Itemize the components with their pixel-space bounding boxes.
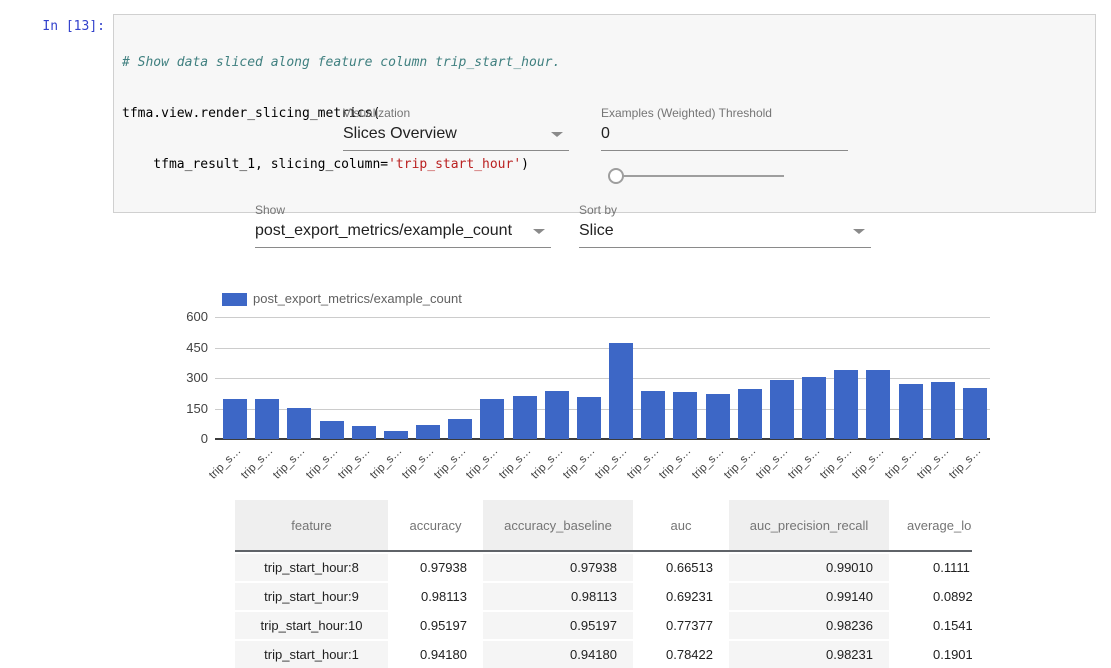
code-text: ): [521, 157, 529, 172]
metric-cell: 0.98236: [729, 612, 889, 639]
metric-cell: 0.98231: [729, 641, 889, 668]
metric-cell: 0.98113: [483, 583, 633, 610]
metric-cell: 0.94180: [388, 641, 483, 668]
show-label: Show: [255, 203, 551, 217]
bar[interactable]: [287, 408, 311, 439]
metric-cell: 0.66513: [633, 554, 729, 581]
visualization-value[interactable]: Slices Overview: [343, 125, 569, 151]
bar[interactable]: [448, 419, 472, 439]
bar[interactable]: [255, 399, 279, 439]
bar[interactable]: [384, 431, 408, 439]
metric-cell: 0.77377: [633, 612, 729, 639]
bar[interactable]: [480, 399, 504, 439]
bar[interactable]: [577, 397, 601, 439]
code-string-literal: 'trip_start_hour': [388, 157, 521, 172]
bar[interactable]: [770, 380, 794, 439]
chevron-down-icon: [551, 132, 563, 137]
y-axis-tick-label: 0: [180, 431, 208, 447]
feature-cell: trip_start_hour:10: [235, 612, 388, 639]
bar[interactable]: [706, 394, 730, 439]
legend-label: post_export_metrics/example_count: [253, 291, 462, 306]
bar[interactable]: [320, 421, 344, 439]
column-header[interactable]: auc_precision_recall: [729, 500, 889, 550]
column-header[interactable]: accuracy: [388, 500, 483, 550]
bar[interactable]: [866, 370, 890, 439]
bar[interactable]: [352, 426, 376, 439]
sort-by-value[interactable]: Slice: [579, 222, 871, 248]
metric-cell: 0.78422: [633, 641, 729, 668]
bar[interactable]: [931, 382, 955, 439]
metric-cell: 0.95197: [483, 612, 633, 639]
bar[interactable]: [802, 377, 826, 439]
show-selected-option: post_export_metrics/example_count: [255, 222, 512, 239]
bar[interactable]: [673, 392, 697, 439]
threshold-input[interactable]: 0: [601, 125, 848, 151]
column-header[interactable]: auc: [633, 500, 729, 550]
table-row: trip_start_hour:80.979380.979380.665130.…: [235, 554, 972, 581]
code-text: tfma_result_1, slicing_column=: [122, 157, 388, 172]
chevron-down-icon: [853, 229, 865, 234]
bar[interactable]: [899, 384, 923, 439]
metrics-table: featureaccuracyaccuracy_baselineaucauc_p…: [235, 500, 972, 668]
bar[interactable]: [513, 396, 537, 439]
visualization-dropdown[interactable]: Visualization Slices Overview: [343, 106, 569, 151]
sort-by-selected-option: Slice: [579, 222, 614, 239]
metric-cell: 0.97938: [388, 554, 483, 581]
feature-cell: trip_start_hour:1: [235, 641, 388, 668]
show-value[interactable]: post_export_metrics/example_count: [255, 222, 551, 248]
metric-cell: 0.94180: [483, 641, 633, 668]
threshold-slider-handle[interactable]: [608, 168, 624, 184]
bar[interactable]: [223, 399, 247, 439]
feature-cell: trip_start_hour:9: [235, 583, 388, 610]
metric-cell: 0.98113: [388, 583, 483, 610]
metric-cell: 0.97938: [483, 554, 633, 581]
code-line: tfma_result_1, slicing_column='trip_star…: [122, 156, 1087, 173]
cell-execution-prompt: In [13]:: [0, 19, 105, 34]
metric-cell: 0.0892: [889, 583, 972, 610]
metrics-table-container: featureaccuracyaccuracy_baselineaucauc_p…: [235, 500, 972, 668]
y-axis-tick-label: 300: [180, 370, 208, 386]
bar[interactable]: [738, 389, 762, 439]
bar[interactable]: [963, 388, 987, 439]
gridline: [215, 317, 990, 318]
y-axis-tick-label: 150: [180, 401, 208, 417]
bar[interactable]: [545, 391, 569, 439]
metric-cell: 0.69231: [633, 583, 729, 610]
visualization-label: Visualization: [343, 106, 569, 120]
code-comment-line: # Show data sliced along feature column …: [122, 54, 1087, 71]
y-axis-tick-label: 600: [180, 309, 208, 325]
show-metric-dropdown[interactable]: Show post_export_metrics/example_count: [255, 203, 551, 248]
threshold-field[interactable]: Examples (Weighted) Threshold 0: [601, 106, 848, 151]
chevron-down-icon: [533, 229, 545, 234]
gridline: [215, 348, 990, 349]
sort-by-label: Sort by: [579, 203, 871, 217]
metric-cell: 0.1111: [889, 554, 972, 581]
metric-cell: 0.99140: [729, 583, 889, 610]
metric-cell: 0.1541: [889, 612, 972, 639]
y-axis-tick-label: 450: [180, 340, 208, 356]
notebook-output-page: In [13]: # Show data sliced along featur…: [0, 0, 1111, 668]
slices-bar-chart: post_export_metrics/example_count 0 150 30…: [180, 288, 1005, 488]
column-header[interactable]: accuracy_baseline: [483, 500, 633, 550]
bar[interactable]: [641, 391, 665, 439]
bar[interactable]: [834, 370, 858, 439]
bar[interactable]: [609, 343, 633, 439]
column-header[interactable]: average_los: [889, 500, 972, 550]
sort-by-dropdown[interactable]: Sort by Slice: [579, 203, 871, 248]
metric-cell: 0.95197: [388, 612, 483, 639]
bar[interactable]: [416, 425, 440, 439]
visualization-selected-option: Slices Overview: [343, 125, 457, 142]
legend-swatch: [222, 293, 247, 306]
table-row: trip_start_hour:90.981130.981130.692310.…: [235, 583, 972, 610]
feature-cell: trip_start_hour:8: [235, 554, 388, 581]
threshold-slider-track[interactable]: [616, 175, 784, 177]
threshold-label: Examples (Weighted) Threshold: [601, 106, 848, 120]
column-header[interactable]: feature: [235, 500, 388, 550]
metric-cell: 0.99010: [729, 554, 889, 581]
metric-cell: 0.1901: [889, 641, 972, 668]
table-row: trip_start_hour:10.941800.941800.784220.…: [235, 641, 972, 668]
table-header-row: featureaccuracyaccuracy_baselineaucauc_p…: [235, 500, 972, 552]
table-row: trip_start_hour:100.951970.951970.773770…: [235, 612, 972, 639]
